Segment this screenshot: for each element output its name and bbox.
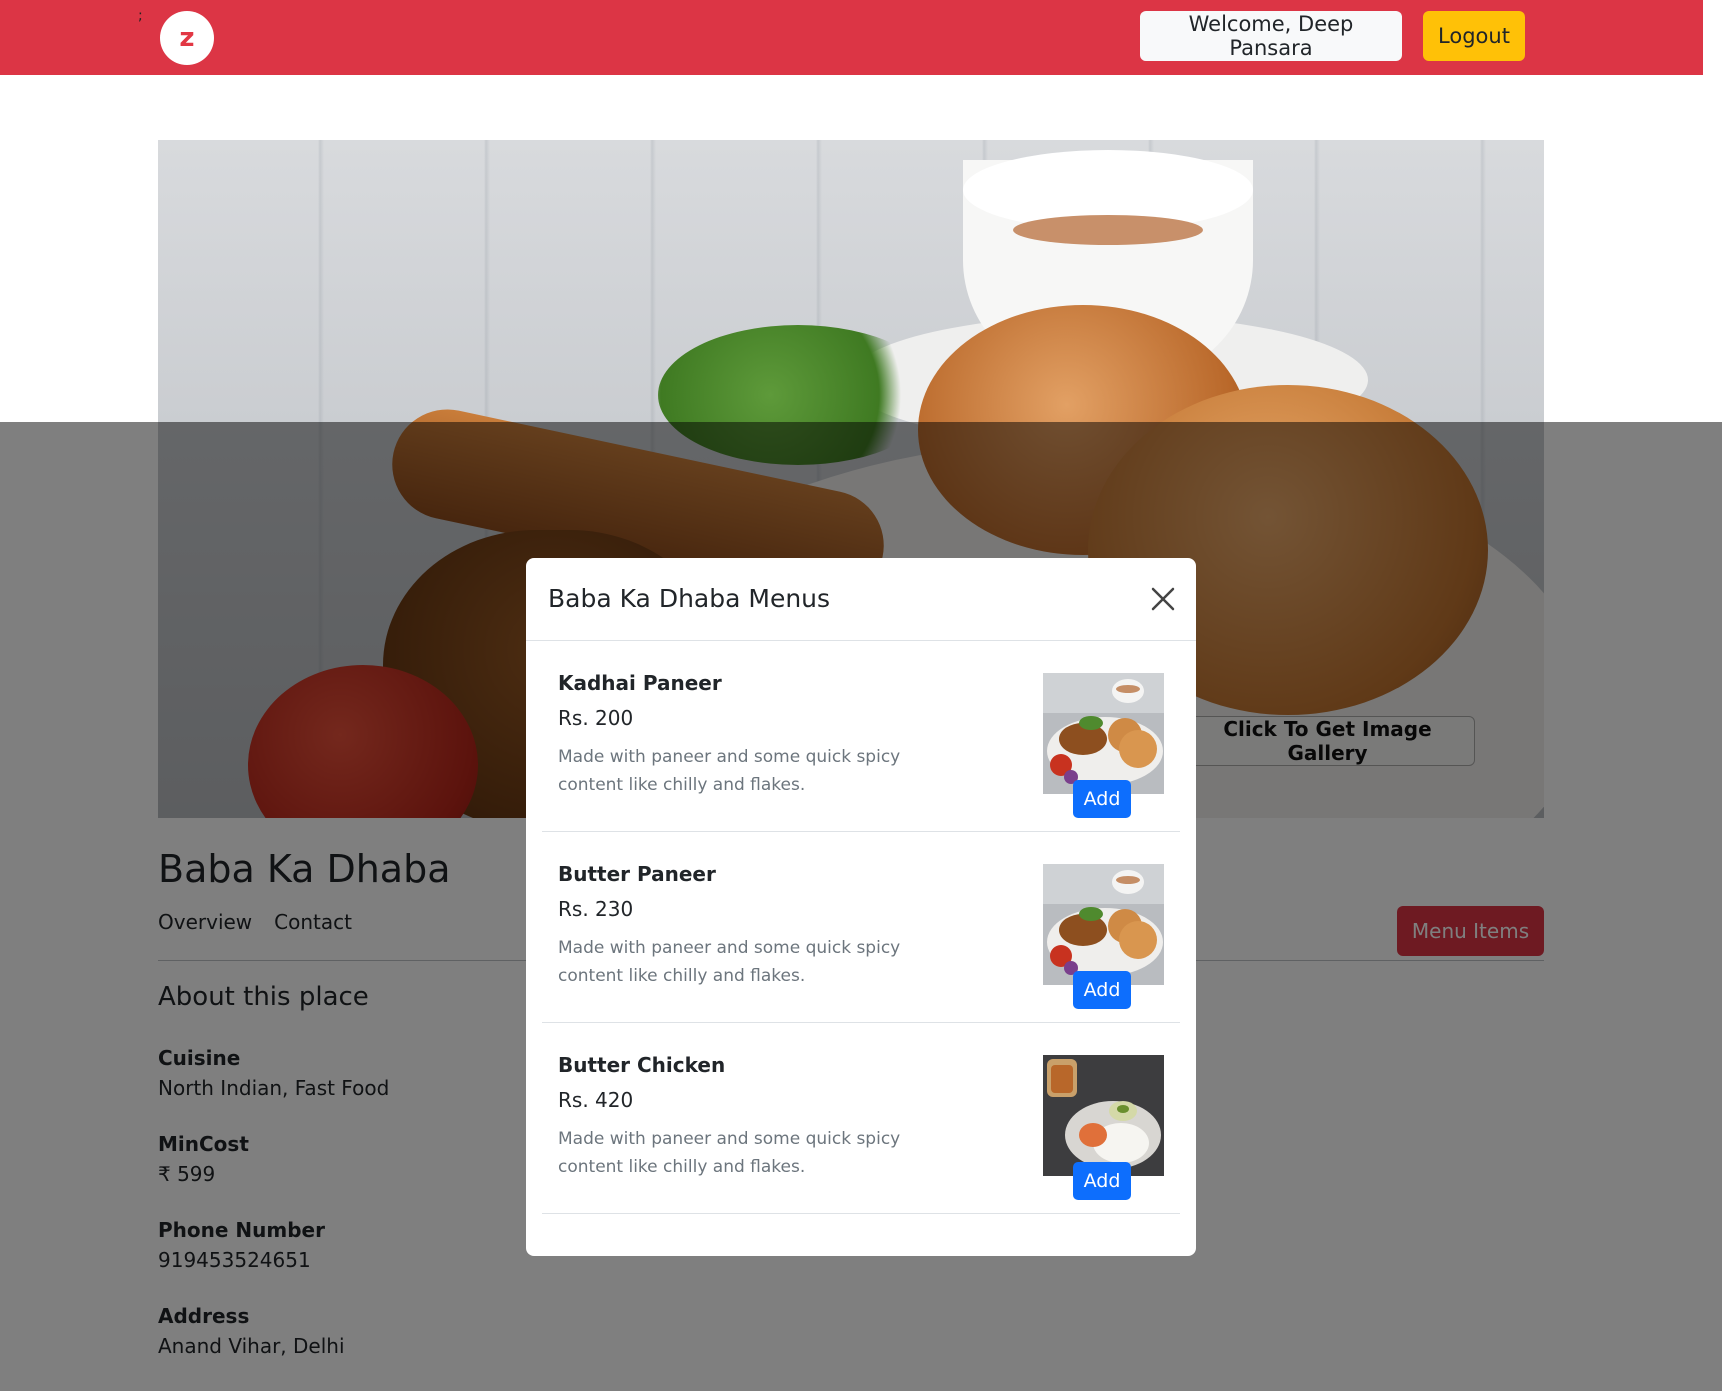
menu-item-row: Kadhai Paneer Rs. 200 Made with paneer a… <box>542 641 1180 832</box>
menu-item-row: Butter Chicken Rs. 420 Made with paneer … <box>542 1023 1180 1214</box>
idli-plate-thumbnail-icon <box>1043 1055 1164 1176</box>
menu-item-description: Made with paneer and some quick spicy co… <box>558 747 901 795</box>
menu-item-description: Made with paneer and some quick spicy co… <box>558 1129 901 1177</box>
menu-item-name: Butter Chicken <box>558 1053 726 1077</box>
menu-item-name: Kadhai Paneer <box>558 671 722 695</box>
menu-item-image <box>1043 864 1164 985</box>
welcome-user-button[interactable]: Welcome, Deep Pansara <box>1140 11 1402 61</box>
samosa-plate-thumbnail-icon <box>1043 864 1164 985</box>
menu-item-row: Butter Paneer Rs. 230 Made with paneer a… <box>542 832 1180 1023</box>
hero-tea-shape <box>1013 215 1203 245</box>
logout-button[interactable]: Logout <box>1423 11 1525 61</box>
close-icon <box>1151 587 1175 611</box>
menu-item-price: Rs. 230 <box>558 897 634 921</box>
modal-title: Baba Ka Dhaba Menus <box>548 584 831 613</box>
stray-mark: ; <box>138 8 143 24</box>
menu-item-image <box>1043 673 1164 794</box>
top-navbar: ; z Welcome, Deep Pansara Logout <box>0 0 1703 75</box>
add-to-cart-button[interactable]: Add <box>1073 971 1131 1009</box>
add-to-cart-button[interactable]: Add <box>1073 780 1131 818</box>
samosa-plate-thumbnail-icon <box>1043 673 1164 794</box>
zomato-logo[interactable]: z <box>160 11 214 65</box>
menu-item-description: Made with paneer and some quick spicy co… <box>558 938 901 986</box>
menu-item-image <box>1043 1055 1164 1176</box>
add-to-cart-button[interactable]: Add <box>1073 1162 1131 1200</box>
close-button[interactable] <box>1148 584 1178 614</box>
logo-letter: z <box>179 23 195 53</box>
menu-item-price: Rs. 420 <box>558 1088 634 1112</box>
menu-modal: Baba Ka Dhaba Menus Kadhai Paneer Rs. 20… <box>526 558 1196 1256</box>
modal-header: Baba Ka Dhaba Menus <box>526 558 1196 641</box>
menu-item-price: Rs. 200 <box>558 706 634 730</box>
menu-item-name: Butter Paneer <box>558 862 716 886</box>
